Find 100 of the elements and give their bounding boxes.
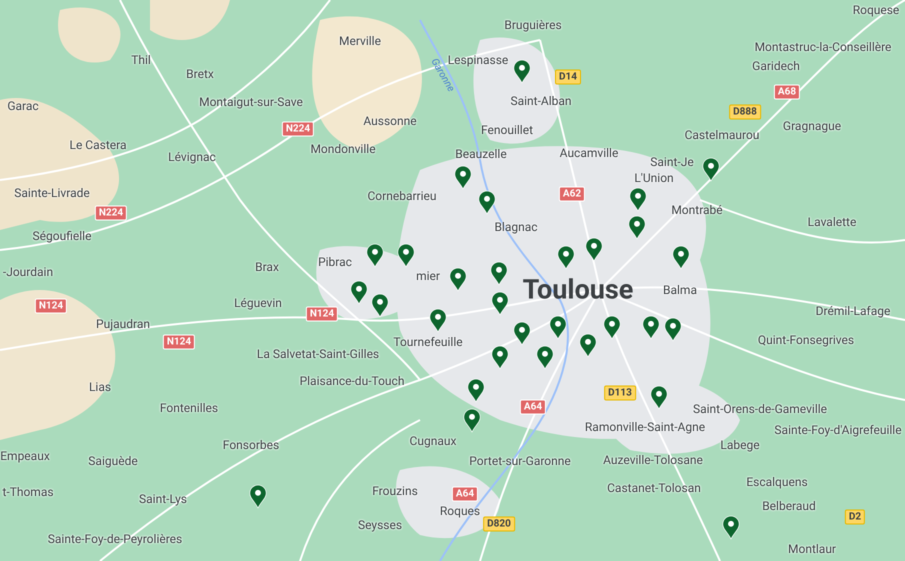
place-label: Aucamville: [560, 147, 618, 159]
place-label: Sainte-Foy-de-Peyrolières: [48, 533, 182, 545]
place-label: Fontenilles: [160, 402, 218, 414]
map-pin-icon[interactable]: [454, 165, 472, 190]
place-label: Cornebarrieu: [368, 190, 436, 202]
map-pin-icon[interactable]: [642, 315, 660, 340]
place-label: Thil: [131, 54, 151, 66]
road-shield: D820: [483, 516, 515, 532]
place-label: Frouzins: [372, 485, 418, 497]
map-pin-icon[interactable]: [629, 187, 647, 212]
road-shield: D2: [844, 510, 866, 524]
road-shield: N124: [34, 298, 68, 314]
farmland-area: [58, 7, 120, 63]
place-label: Labege: [720, 439, 760, 451]
place-label: Montrabé: [671, 204, 723, 216]
place-label: Lavalette: [808, 216, 856, 228]
place-label: Bretx: [186, 68, 214, 80]
place-label: Castelmaurou: [684, 129, 760, 141]
place-label: Escalquens: [746, 476, 808, 488]
road-shield: N124: [162, 334, 196, 350]
map-pin-icon[interactable]: [702, 157, 720, 182]
road-shield: D14: [555, 70, 581, 84]
place-label: Balma: [663, 284, 697, 296]
place-label: Gragnague: [782, 120, 842, 132]
map-pin-icon[interactable]: [579, 333, 597, 358]
map-pin-icon[interactable]: [557, 245, 575, 270]
map-pin-icon[interactable]: [536, 345, 554, 370]
map-pin-icon[interactable]: [449, 267, 467, 292]
place-label: Léguevin: [234, 297, 282, 309]
map-pin-icon[interactable]: [366, 243, 384, 268]
place-label: Fonsorbes: [222, 439, 280, 451]
place-label: Saiguède: [88, 455, 138, 467]
place-label: Sainte-Foy-d'Aigrefeuille: [774, 424, 902, 436]
place-label: Roques: [440, 505, 480, 517]
place-label: Ségoufielle: [32, 230, 92, 242]
map-pin-icon[interactable]: [467, 378, 485, 403]
map-pin-icon[interactable]: [513, 321, 531, 346]
place-label: t-Thomas: [2, 486, 54, 498]
map-pin-icon[interactable]: [463, 408, 481, 433]
place-label: Toulouse: [522, 276, 634, 304]
road-shield: N224: [94, 206, 128, 220]
place-label: Seysses: [358, 519, 402, 531]
map-pin-icon[interactable]: [664, 317, 682, 342]
place-label: La Salvetat-Saint-Gilles: [256, 348, 380, 360]
place-label: Fenouillet: [481, 124, 533, 136]
map-pin-icon[interactable]: [628, 215, 646, 240]
map-pin-icon[interactable]: [491, 291, 509, 316]
road-shield: N124: [306, 306, 338, 322]
place-label: Montaigut-sur-Save: [199, 96, 303, 108]
place-label: Brax: [255, 261, 279, 273]
map-pin-icon[interactable]: [249, 484, 267, 509]
place-label: Belberaud: [762, 500, 816, 512]
map-pin-icon[interactable]: [722, 515, 740, 540]
place-label: Lias: [88, 381, 112, 393]
place-label: Montlaur: [788, 543, 836, 555]
map-pin-icon[interactable]: [650, 385, 668, 410]
place-label: Sainte-Livrade: [14, 187, 90, 199]
road-shield: A62: [558, 186, 586, 202]
map-pin-icon[interactable]: [397, 243, 415, 268]
place-label: Saint-Je: [650, 156, 694, 168]
map-pin-icon[interactable]: [478, 190, 496, 215]
place-label: Pibrac: [318, 256, 352, 268]
place-label: Merville: [339, 35, 381, 47]
map-pin-icon[interactable]: [350, 280, 368, 305]
place-label: Garidech: [752, 60, 800, 72]
map-pin-icon[interactable]: [371, 293, 389, 318]
place-label: mier: [416, 270, 440, 282]
place-label: -Jourdain: [2, 266, 54, 278]
place-label: Beauzelle: [455, 148, 507, 160]
map-pin-icon[interactable]: [585, 237, 603, 262]
road-shield: A64: [520, 400, 546, 414]
road-shield: N224: [282, 122, 314, 136]
place-label: Blagnac: [494, 221, 538, 233]
road-shield: D888: [729, 104, 761, 120]
place-label: Quint-Fonsegrives: [758, 334, 854, 346]
map-pin-icon[interactable]: [603, 315, 621, 340]
map-pin-icon[interactable]: [490, 261, 508, 286]
place-label: Empeaux: [0, 450, 50, 462]
place-label: Saint-Lys: [139, 493, 187, 505]
road-shield: D113: [604, 386, 636, 400]
place-label: Pujaudran: [96, 318, 150, 330]
place-label: Aussonne: [363, 115, 417, 127]
map-pin-icon[interactable]: [549, 315, 567, 340]
place-label: Roquese: [852, 4, 900, 16]
place-label: Garac: [7, 100, 39, 112]
map-pin-icon[interactable]: [672, 245, 690, 270]
map-pin-icon[interactable]: [429, 308, 447, 333]
place-label: Castanet-Tolosan: [607, 482, 701, 494]
place-label: Plaisance-du-Touch: [300, 375, 404, 387]
place-label: Le Castera: [70, 139, 126, 151]
place-label: Lévignac: [168, 151, 216, 163]
place-label: Mondonville: [310, 143, 376, 155]
place-label: Saint-Orens-de-Gameville: [692, 403, 828, 415]
place-label: Bruguières: [504, 19, 562, 31]
road-shield: A68: [774, 84, 800, 100]
place-label: Saint-Alban: [510, 95, 572, 107]
place-label: Cugnaux: [410, 435, 456, 447]
place-label: Portet-sur-Garonne: [469, 455, 571, 467]
map-pin-icon[interactable]: [513, 59, 531, 84]
map-pin-icon[interactable]: [491, 345, 509, 370]
